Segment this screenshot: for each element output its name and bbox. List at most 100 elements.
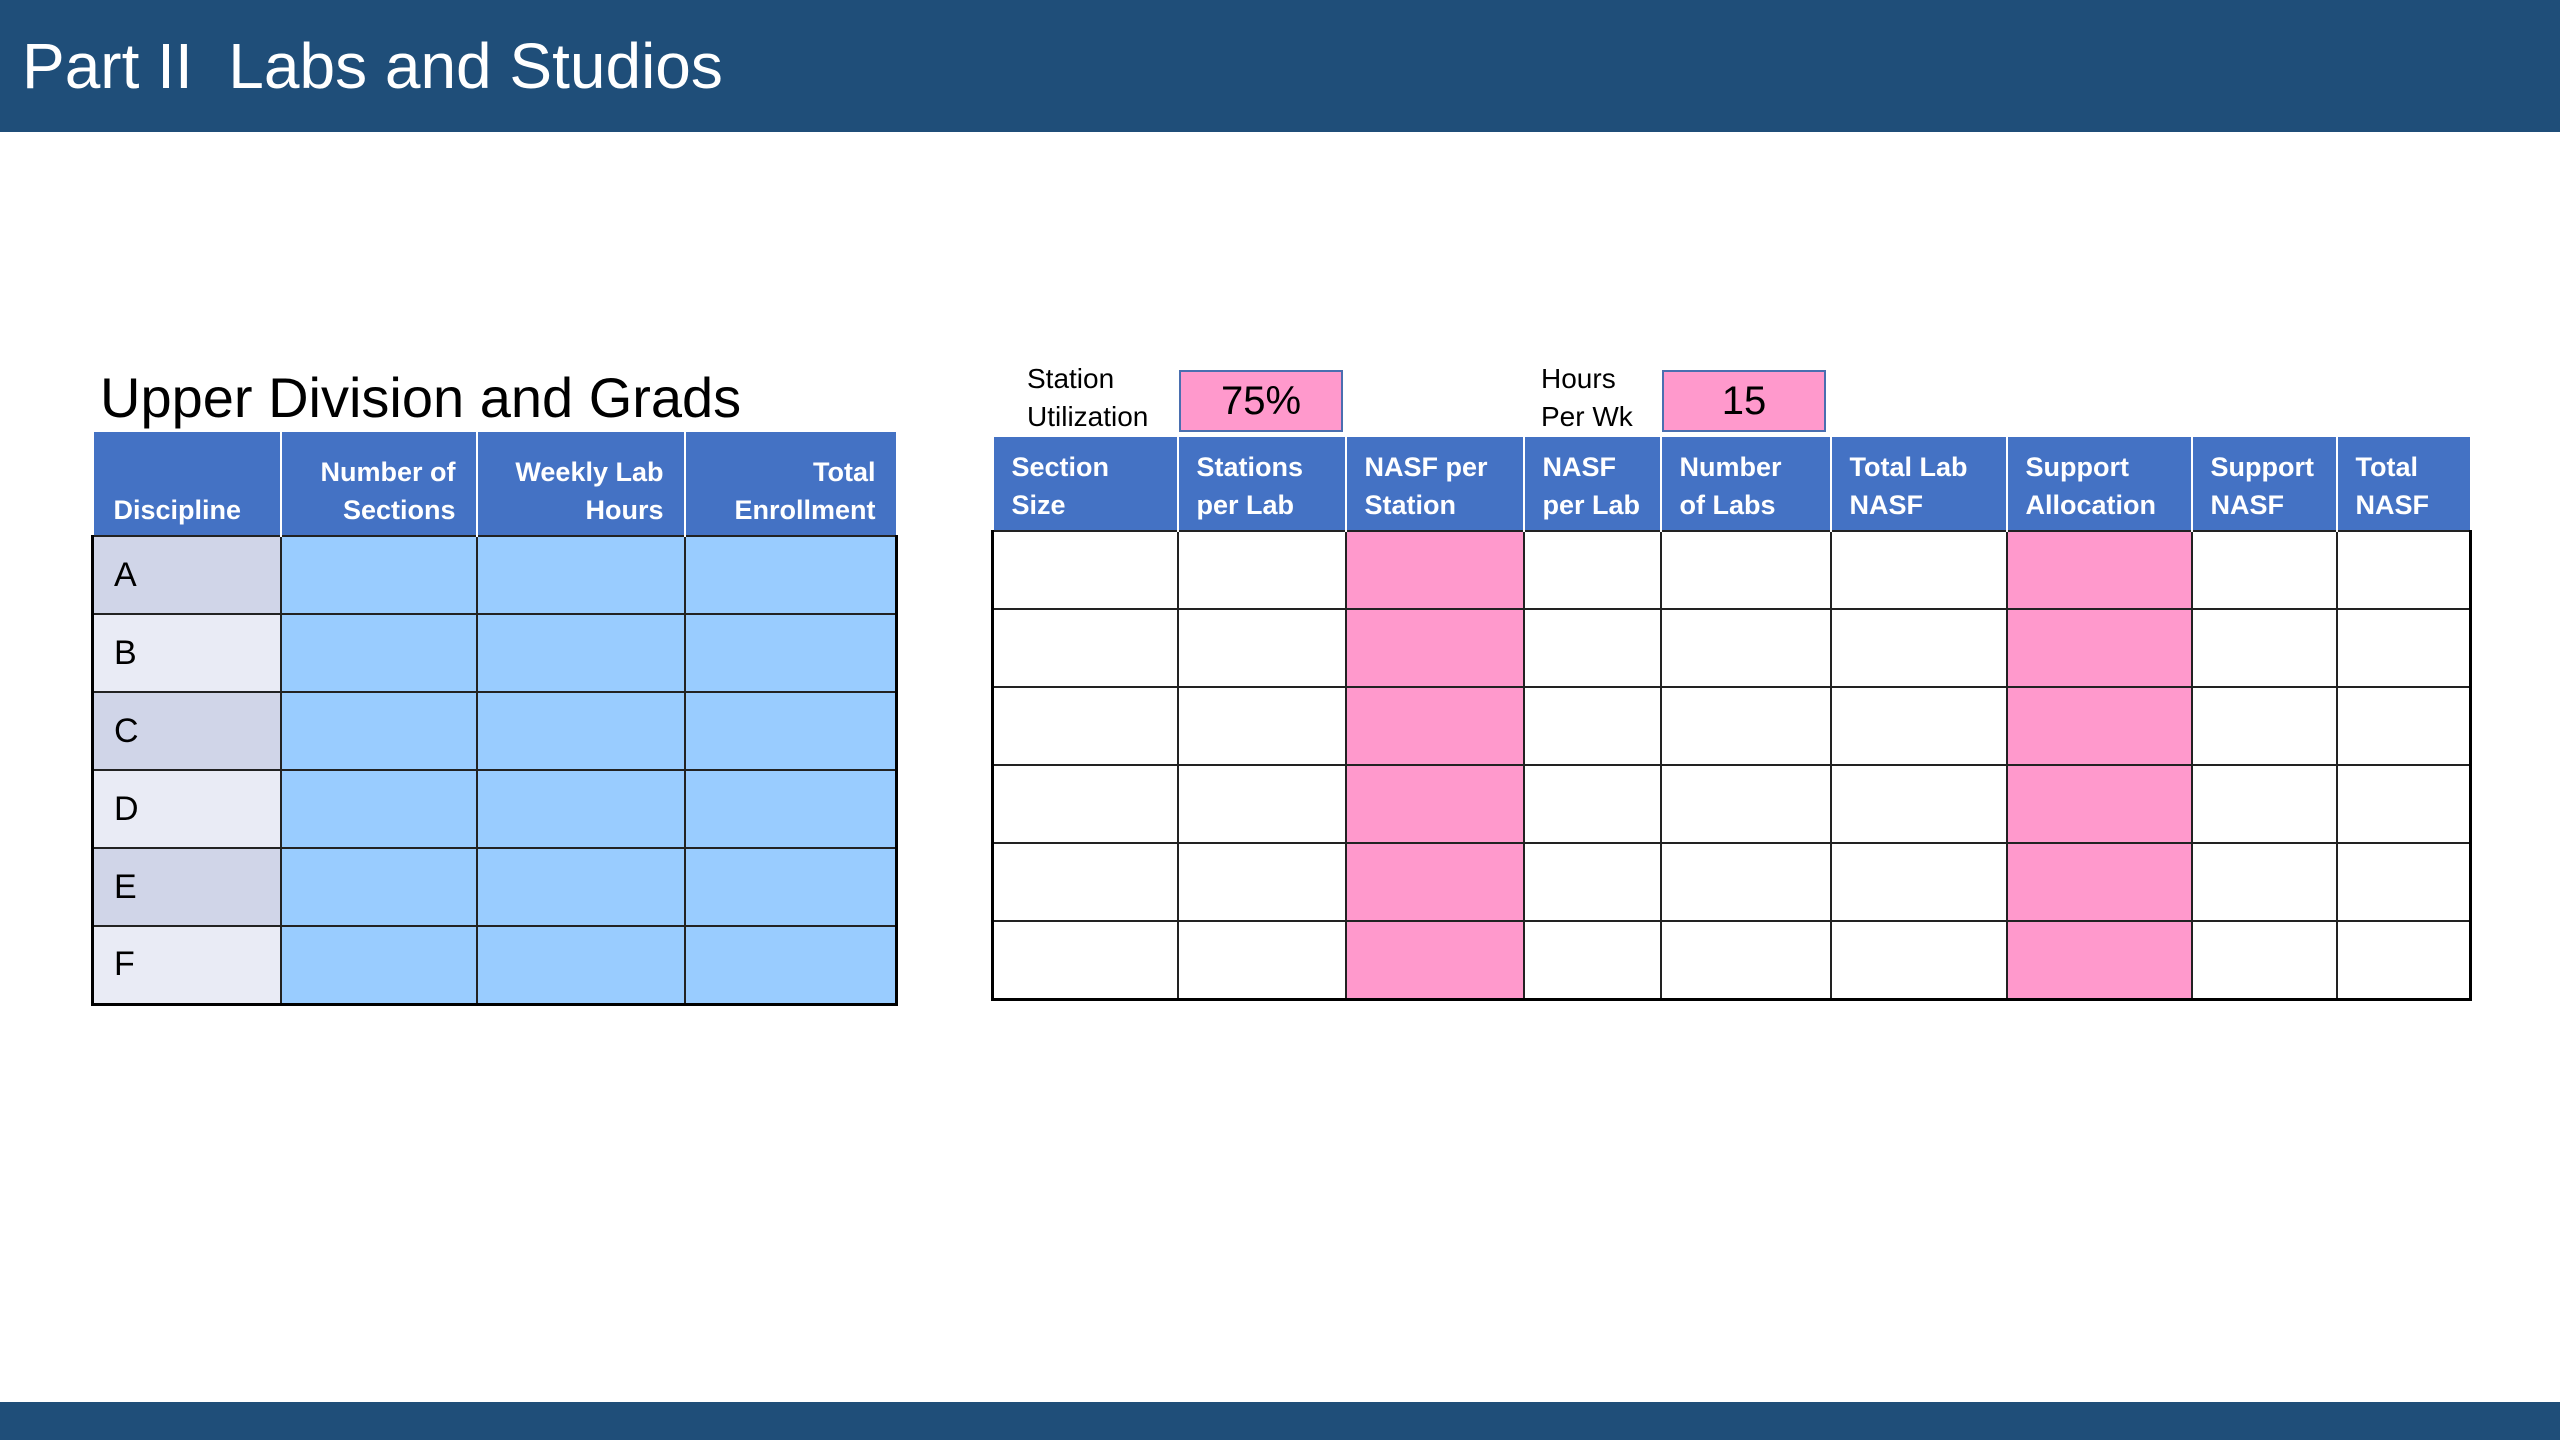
discipline-cell: A <box>91 535 282 615</box>
table-row <box>991 764 2472 844</box>
table-row: C <box>91 691 898 771</box>
station-utilization-label-line2: Utilization <box>1027 401 1149 432</box>
discipline-cell: B <box>91 613 282 693</box>
number-of-labs-cell <box>1659 530 1832 610</box>
support-nasf-cell <box>2190 764 2338 844</box>
sections-input-cell[interactable] <box>279 535 478 615</box>
support-allocation-input-cell[interactable] <box>2005 608 2193 688</box>
total-nasf-cell <box>2335 842 2472 922</box>
table-row <box>991 530 2472 610</box>
lab-hours-input-cell[interactable] <box>475 847 686 927</box>
hours-per-week-input[interactable]: 15 <box>1662 370 1826 432</box>
stations-per-lab-cell <box>1176 608 1347 688</box>
section-size-cell <box>991 686 1179 766</box>
hours-per-week-label-line2: Per Wk <box>1541 401 1633 432</box>
header-total-enrollment: Total Enrollment <box>683 432 898 536</box>
nasf-per-lab-cell <box>1522 920 1662 1001</box>
total-nasf-cell <box>2335 920 2472 1001</box>
slide-title: Part II Labs and Studios <box>22 30 723 102</box>
nasf-per-lab-cell <box>1522 764 1662 844</box>
lab-hours-input-cell[interactable] <box>475 925 686 1006</box>
lab-hours-input-cell[interactable] <box>475 613 686 693</box>
header-stations-per-lab: Stations per Lab <box>1176 437 1347 531</box>
table-row: F <box>91 925 898 1006</box>
header-total-lab-nasf: Total Lab NASF <box>1829 437 2008 531</box>
header-discipline: Discipline <box>91 432 282 536</box>
lab-hours-input-cell[interactable] <box>475 535 686 615</box>
stations-per-lab-cell <box>1176 842 1347 922</box>
enrollment-table: Discipline Number of Sections Weekly Lab… <box>91 432 898 1006</box>
enrollment-input-cell[interactable] <box>683 769 898 849</box>
nasf-per-lab-cell <box>1522 608 1662 688</box>
title-bar: Part II Labs and Studios <box>0 0 2560 132</box>
support-allocation-input-cell[interactable] <box>2005 686 2193 766</box>
section-size-cell <box>991 842 1179 922</box>
enrollment-input-cell[interactable] <box>683 613 898 693</box>
support-nasf-cell <box>2190 530 2338 610</box>
header-nasf-per-lab: NASF per Lab <box>1522 437 1662 531</box>
table-row: E <box>91 847 898 927</box>
sections-input-cell[interactable] <box>279 691 478 771</box>
enrollment-input-cell[interactable] <box>683 847 898 927</box>
sections-input-cell[interactable] <box>279 925 478 1006</box>
station-utilization-input[interactable]: 75% <box>1179 370 1343 432</box>
table-row <box>991 686 2472 766</box>
nasf-per-station-input-cell[interactable] <box>1344 842 1525 922</box>
enrollment-input-cell[interactable] <box>683 691 898 771</box>
hours-per-week-label-line1: Hours <box>1541 363 1616 394</box>
nasf-per-station-input-cell[interactable] <box>1344 686 1525 766</box>
nasf-per-station-input-cell[interactable] <box>1344 608 1525 688</box>
discipline-cell: E <box>91 847 282 927</box>
total-nasf-cell <box>2335 530 2472 610</box>
discipline-cell: F <box>91 925 282 1006</box>
total-lab-nasf-cell <box>1829 920 2008 1001</box>
support-allocation-input-cell[interactable] <box>2005 842 2193 922</box>
sections-input-cell[interactable] <box>279 613 478 693</box>
sections-input-cell[interactable] <box>279 847 478 927</box>
header-support-nasf: Support NASF <box>2190 437 2338 531</box>
support-allocation-input-cell[interactable] <box>2005 920 2193 1001</box>
support-nasf-cell <box>2190 686 2338 766</box>
stations-per-lab-cell <box>1176 686 1347 766</box>
nasf-per-station-input-cell[interactable] <box>1344 920 1525 1001</box>
slide: Part II Labs and Studios Upper Division … <box>0 0 2560 1440</box>
lab-space-table-header-row: Section Size Stations per Lab NASF per S… <box>991 437 2472 531</box>
table-row <box>991 608 2472 688</box>
sections-input-cell[interactable] <box>279 769 478 849</box>
stations-per-lab-cell <box>1176 764 1347 844</box>
section-title: Upper Division and Grads <box>100 366 742 429</box>
support-nasf-cell <box>2190 842 2338 922</box>
section-size-cell <box>991 920 1179 1001</box>
discipline-cell: D <box>91 769 282 849</box>
lab-hours-input-cell[interactable] <box>475 769 686 849</box>
total-nasf-cell <box>2335 608 2472 688</box>
enrollment-input-cell[interactable] <box>683 925 898 1006</box>
section-size-cell <box>991 608 1179 688</box>
lab-hours-input-cell[interactable] <box>475 691 686 771</box>
table-row <box>991 842 2472 922</box>
nasf-per-station-input-cell[interactable] <box>1344 530 1525 610</box>
station-utilization-label: Station Utilization <box>1027 360 1148 436</box>
enrollment-input-cell[interactable] <box>683 535 898 615</box>
total-lab-nasf-cell <box>1829 686 2008 766</box>
nasf-per-station-input-cell[interactable] <box>1344 764 1525 844</box>
nasf-per-lab-cell <box>1522 842 1662 922</box>
support-allocation-input-cell[interactable] <box>2005 530 2193 610</box>
enrollment-table-header-row: Discipline Number of Sections Weekly Lab… <box>91 432 898 536</box>
stations-per-lab-cell <box>1176 920 1347 1001</box>
lab-space-table: Section Size Stations per Lab NASF per S… <box>991 437 2472 1001</box>
table-row: B <box>91 613 898 693</box>
support-allocation-input-cell[interactable] <box>2005 764 2193 844</box>
stations-per-lab-cell <box>1176 530 1347 610</box>
nasf-per-lab-cell <box>1522 530 1662 610</box>
table-row: D <box>91 769 898 849</box>
footer-bar <box>0 1402 2560 1440</box>
number-of-labs-cell <box>1659 842 1832 922</box>
hours-per-week-label: Hours Per Wk <box>1541 360 1633 436</box>
number-of-labs-cell <box>1659 686 1832 766</box>
support-nasf-cell <box>2190 920 2338 1001</box>
total-lab-nasf-cell <box>1829 530 2008 610</box>
header-weekly-lab-hours: Weekly Lab Hours <box>475 432 686 536</box>
total-lab-nasf-cell <box>1829 764 2008 844</box>
header-nasf-per-station: NASF per Station <box>1344 437 1525 531</box>
